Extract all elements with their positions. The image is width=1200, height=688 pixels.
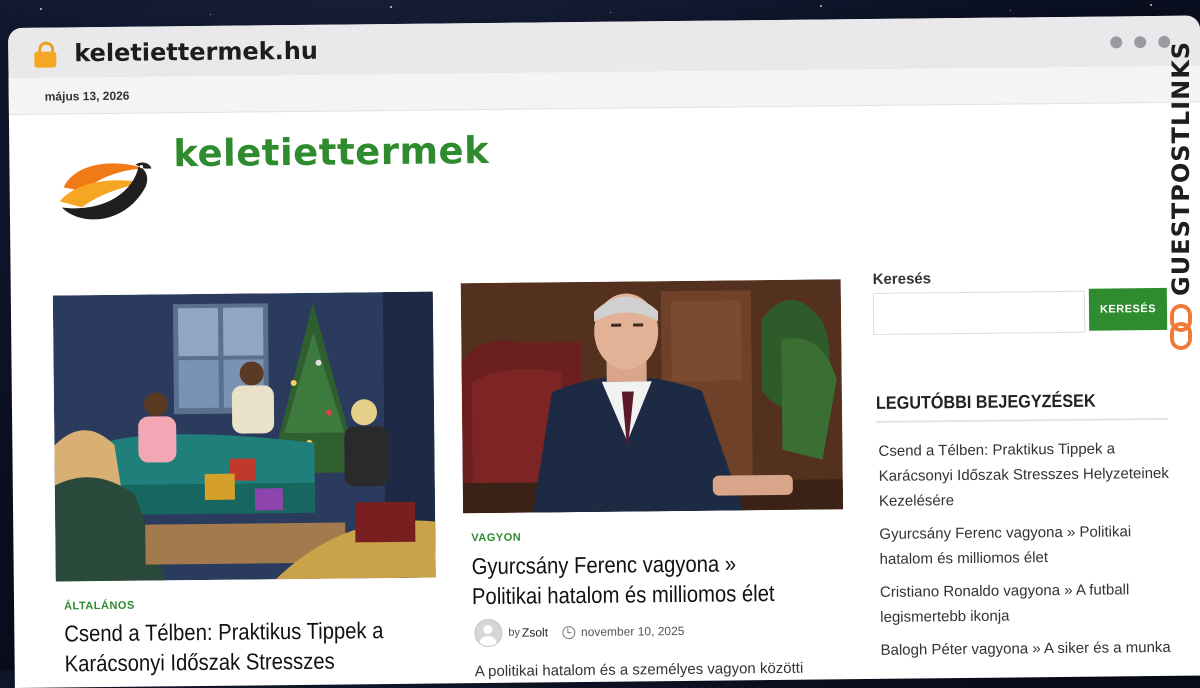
sidebar: Keresés KERESÉS LEGUTÓBBI BEJEGYZÉSEK Cs… bbox=[873, 268, 1173, 659]
recent-post-link[interactable]: Cristiano Ronaldo vagyona » A futball le… bbox=[880, 577, 1181, 630]
star bbox=[40, 8, 42, 10]
post-image[interactable] bbox=[460, 279, 844, 514]
recent-posts-heading: LEGUTÓBBI BEJEGYZÉSEK bbox=[875, 390, 1096, 413]
bird-logo-icon[interactable] bbox=[53, 146, 154, 227]
heading-divider bbox=[876, 417, 1169, 423]
site-title[interactable]: keletiettermek bbox=[173, 129, 489, 175]
star bbox=[210, 14, 211, 15]
url-text[interactable]: keletiettermek.hu bbox=[74, 37, 318, 68]
star bbox=[390, 6, 392, 8]
window-controls bbox=[1110, 35, 1171, 49]
post-image[interactable] bbox=[52, 291, 436, 582]
post-category[interactable]: ÁLTALÁNOS bbox=[64, 600, 135, 613]
star bbox=[1150, 4, 1152, 6]
window-dot-icon[interactable] bbox=[1110, 36, 1123, 49]
browser-window: keletiettermek.hu május 13, 2026 keletie… bbox=[8, 15, 1200, 688]
clock-icon bbox=[561, 625, 576, 639]
post-card: ÁLTALÁNOS Csend a Télben: Praktikus Tipp… bbox=[52, 291, 437, 688]
post-meta: by Zsolt november 10, 2025 bbox=[474, 617, 685, 648]
search-input[interactable] bbox=[872, 290, 1086, 335]
watermark-text: GUESTPOSTLINKS bbox=[1167, 40, 1195, 296]
post-category[interactable]: VAGYON bbox=[471, 532, 521, 545]
lock-icon bbox=[34, 41, 57, 68]
post-date[interactable]: november 10, 2025 bbox=[581, 624, 685, 639]
current-date: május 13, 2026 bbox=[44, 88, 130, 104]
author-name[interactable]: Zsolt bbox=[522, 625, 548, 639]
recent-post-link[interactable]: Gyurcsány Ferenc vagyona » Politikai hat… bbox=[879, 519, 1180, 572]
post-card: VAGYON Gyurcsány Ferenc vagyona » Politi… bbox=[460, 279, 845, 683]
post-title[interactable]: Csend a Télben: Praktikus Tippek a Karác… bbox=[64, 615, 390, 678]
guestpostlinks-watermark: GUESTPOSTLINKS bbox=[1163, 41, 1199, 358]
recent-post-link[interactable]: Balogh Péter vagyona » A siker és a munk… bbox=[880, 635, 1180, 663]
recent-posts-list: Csend a Télben: Praktikus Tippek a Karác… bbox=[878, 436, 1180, 671]
search-label: Keresés bbox=[872, 270, 932, 288]
star bbox=[820, 5, 822, 7]
chain-link-icon bbox=[1170, 304, 1192, 350]
recent-post-link[interactable]: Csend a Télben: Praktikus Tippek a Karác… bbox=[878, 436, 1179, 514]
author-avatar[interactable] bbox=[474, 618, 503, 648]
author-prefix: by bbox=[508, 626, 521, 639]
search-button[interactable]: KERESÉS bbox=[1088, 287, 1168, 331]
star bbox=[610, 12, 611, 13]
post-title[interactable]: Gyurcsány Ferenc vagyona » Politikai hat… bbox=[472, 548, 798, 611]
star bbox=[1010, 10, 1011, 11]
window-dot-icon[interactable] bbox=[1134, 36, 1147, 49]
